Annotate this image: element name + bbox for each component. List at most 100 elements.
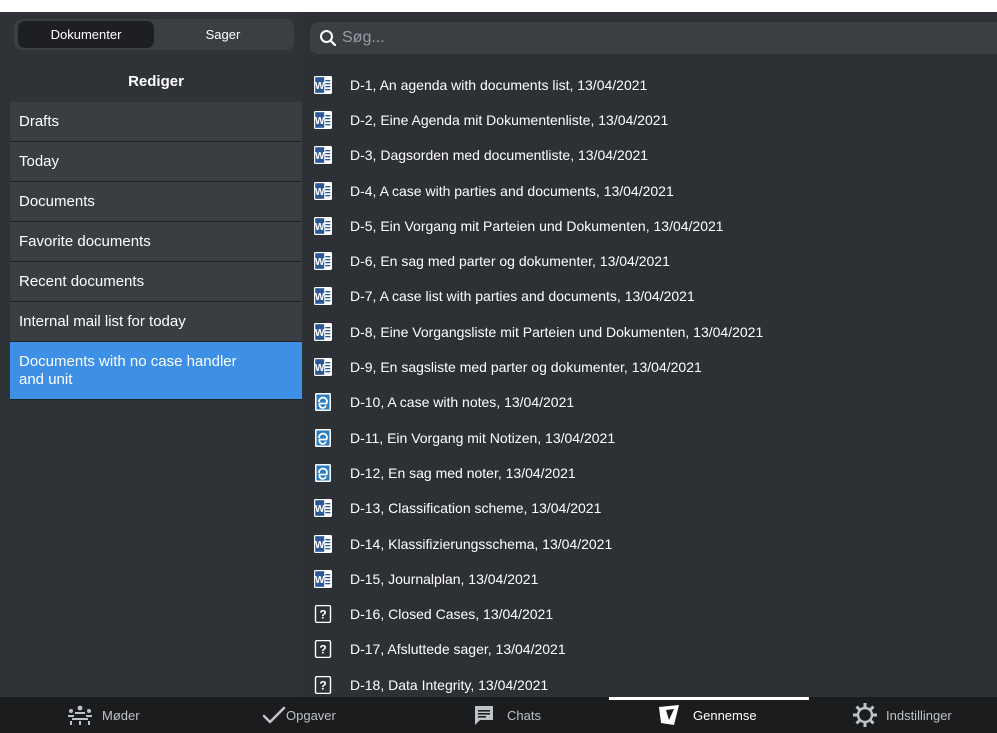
segmented-control-track: Dokumenter Sager [14,19,294,50]
svg-text:W: W [315,257,325,268]
svg-text:W: W [315,81,325,92]
document-title: D-1, An agenda with documents list, 13/0… [350,76,648,93]
search-input[interactable] [342,22,982,54]
document-title: D-17, Afsluttede sager, 13/04/2021 [350,641,566,658]
list-item[interactable]: ? D-18, Data Integrity, 13/04/2021 [302,667,997,697]
edit-button[interactable]: Rediger [10,58,302,104]
word-icon: W [314,569,332,588]
list-item[interactable]: W D-9, En sagsliste med parter og dokumen… [302,349,997,384]
document-title: D-9, En sagsliste med parter og dokument… [350,359,702,376]
document-title: D-3, Dagsorden med documentliste, 13/04/… [350,147,649,164]
list-item[interactable]: W D-5, Ein Vorgang mit Parteien und Dokum… [302,208,997,243]
sidebar-item-today[interactable]: Today [10,142,302,182]
tab-bar: Møder Opgaver Chats Gennemse Indstilling… [0,697,997,733]
tab-label: Opgaver [286,707,336,723]
document-title: D-7, A case list with parties and docume… [350,288,695,305]
list-item[interactable]: W D-15, Journalplan, 13/04/2021 [302,561,997,596]
note-icon [314,428,332,447]
document-title: D-4, A case with parties and documents, … [350,182,674,199]
list-item[interactable]: W D-14, Klassifizierungsschema, 13/04/202… [302,526,997,561]
word-icon: W [314,358,332,377]
list-item[interactable]: W D-4, A case with parties and documents,… [302,173,997,208]
tab-tasks[interactable]: Opgaver [262,697,336,733]
note-icon [314,393,332,412]
word-icon: W [314,252,332,271]
svg-text:W: W [315,187,325,198]
search-bar [310,22,997,54]
list-item[interactable]: W D-8, Eine Vorgangsliste mit Parteien un… [302,314,997,349]
sidebar-item-internal-mail-list[interactable]: Internal mail list for today [10,302,302,342]
tab-browse[interactable]: Gennemse [657,697,757,733]
document-title: D-13, Classification scheme, 13/04/2021 [350,500,602,517]
word-icon: W [314,499,332,518]
segmented-control: Dokumenter Sager [10,12,302,58]
document-title: D-12, En sag med noter, 13/04/2021 [350,464,576,481]
list-item[interactable]: W D-13, Classification scheme, 13/04/2021 [302,491,997,526]
svg-text:?: ? [319,643,326,657]
list-item[interactable]: W D-7, A case list with parties and docum… [302,279,997,314]
document-title: D-5, Ein Vorgang mit Parteien und Dokume… [350,217,724,234]
tab-label: Gennemse [693,707,757,723]
main-panel: W D-1, An agenda with documents list, 13/… [302,12,997,697]
document-title: D-8, Eine Vorgangsliste mit Parteien und… [350,323,764,340]
sidebar-item-documents[interactable]: Documents [10,182,302,222]
chat-icon [475,706,493,725]
list-item[interactable]: W D-3, Dagsorden med documentliste, 13/04… [302,138,997,173]
svg-text:?: ? [319,678,326,692]
sidebar: Dokumenter Sager Rediger Drafts Today Do… [10,12,302,697]
svg-text:W: W [315,504,325,515]
list-item[interactable]: D-10, A case with notes, 13/04/2021 [302,385,997,420]
segment-cases[interactable]: Sager [156,21,290,48]
document-list: W D-1, An agenda with documents list, 13/… [302,67,997,697]
browse-icon [659,705,679,725]
tab-chats[interactable]: Chats [473,697,541,733]
svg-text:W: W [315,292,325,303]
list-item[interactable]: W D-2, Eine Agenda mit Dokumentenliste, 1… [302,102,997,137]
word-icon: W [314,216,332,235]
list-item[interactable]: ? D-17, Afsluttede sager, 13/04/2021 [302,632,997,667]
document-title: D-16, Closed Cases, 13/04/2021 [350,606,554,623]
status-bar-gap [0,0,997,12]
gear-icon [853,703,877,727]
sidebar-nav-list: Drafts Today Documents Favorite document… [10,102,302,400]
word-icon: W [314,181,332,200]
svg-text:W: W [315,222,325,233]
word-icon: W [314,534,332,553]
sidebar-item-drafts[interactable]: Drafts [10,102,302,142]
svg-text:W: W [315,116,325,127]
sidebar-item-recent-documents[interactable]: Recent documents [10,262,302,302]
tab-label: Indstillinger [886,707,952,723]
svg-text:W: W [315,540,325,551]
svg-text:?: ? [319,608,326,622]
word-icon: W [314,110,332,129]
sidebar-item-favorite-documents[interactable]: Favorite documents [10,222,302,262]
tab-meetings[interactable]: Møder [66,697,140,733]
document-title: D-14, Klassifizierungsschema, 13/04/2021 [350,535,613,552]
tab-label: Chats [507,707,541,723]
sidebar-item-no-case-handler[interactable]: Documents with no case handler and unit [10,342,302,400]
app-window: Dokumenter Sager Rediger Drafts Today Do… [0,0,997,733]
note-icon [314,463,332,482]
unknown-file-icon: ? [314,640,332,659]
svg-text:W: W [315,575,325,586]
tab-label: Møder [102,707,140,723]
word-icon: W [314,146,332,165]
word-icon: W [314,322,332,341]
document-title: D-15, Journalplan, 13/04/2021 [350,570,539,587]
list-item[interactable]: D-11, Ein Vorgang mit Notizen, 13/04/202… [302,420,997,455]
unknown-file-icon: ? [314,604,332,624]
list-item[interactable]: W D-6, En sag med parter og dokumenter, 1… [302,243,997,278]
document-title: D-6, En sag med parter og dokumenter, 13… [350,253,670,270]
search-icon [320,30,337,47]
list-item[interactable]: ? D-16, Closed Cases, 13/04/2021 [302,596,997,631]
list-item[interactable]: W D-1, An agenda with documents list, 13/… [302,67,997,102]
tab-settings[interactable]: Indstillinger [852,697,952,733]
list-item[interactable]: D-12, En sag med noter, 13/04/2021 [302,455,997,490]
unknown-file-icon: ? [314,675,332,694]
svg-text:W: W [315,363,325,374]
segment-documents[interactable]: Dokumenter [18,21,154,48]
document-title: D-10, A case with notes, 13/04/2021 [350,394,575,411]
meetings-icon [68,705,92,725]
checkmark-icon [262,706,286,724]
document-title: D-11, Ein Vorgang mit Notizen, 13/04/202… [350,429,616,446]
